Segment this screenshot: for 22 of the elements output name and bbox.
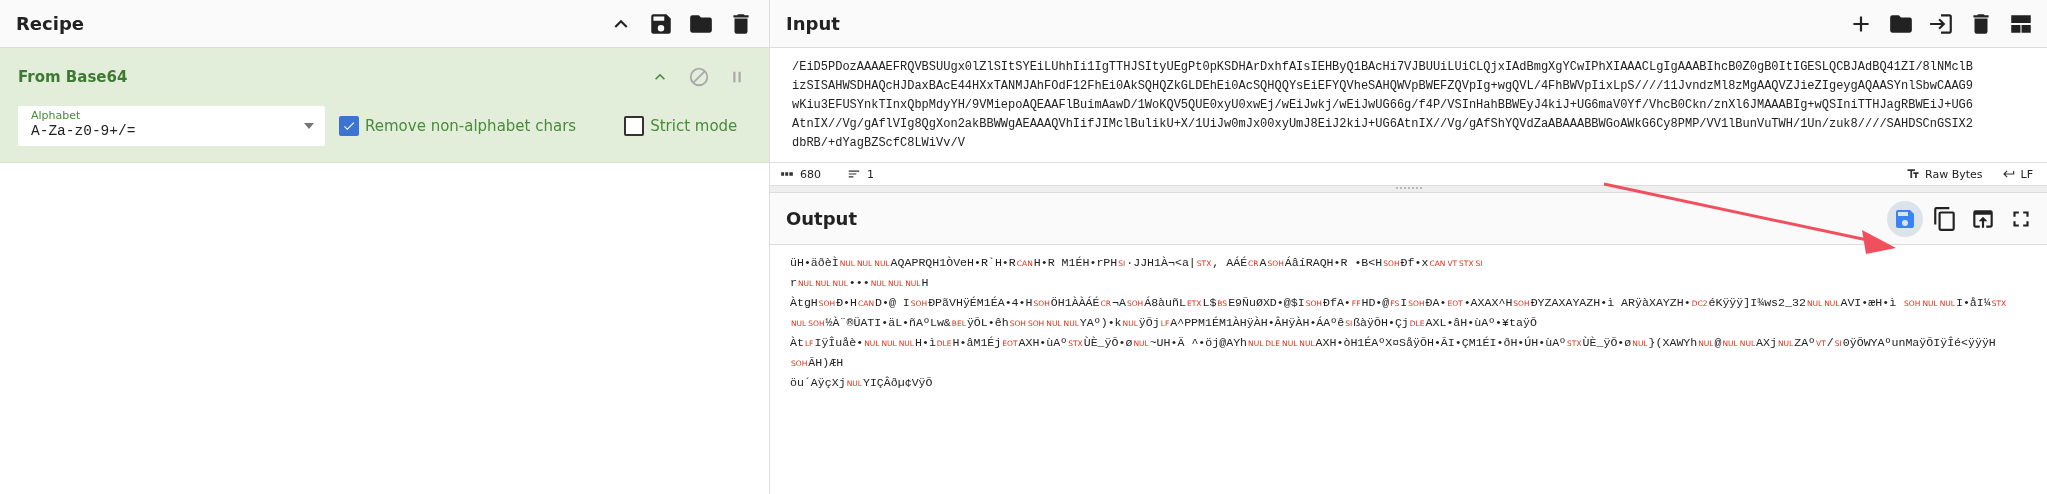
- input-text-line: izSISAHWSDHAQcHJDaxBAcE44HXxTANMJAhFOdF12FhEi0AkSQHQZkGLDEhEi0AcSQHQQYsEiEFYQVheSAHQWVpBWEFZQVpIg+wgQVL/4FhBWVpIixLpS////11JvndzMl8zMgAAQVZJieZIgeygAQAASYnlSbwCAAG9: [792, 78, 1974, 95]
- dropdown-field[interactable]: Alphabet A-Za-z0-9+/=: [18, 106, 325, 146]
- checkbox-label: Remove non-alphabet chars: [365, 117, 577, 135]
- input-text-line: dbRB/+dYagBZScfC8LWiVv/V: [792, 135, 966, 152]
- caret-icon: [303, 122, 315, 130]
- input-text-line: wKiu3EFUSYnkTInxQbpMdyYH/9VMiepoAQEAAFlBuimAawD/1WoKQV5QUE0xyU0xwEj/wEiJwkj/wEiJwUG66g/f4P/VSInHahBBWEyJ4kiJ+UG6maV0Yf/VhcB0Ckn/znXl6JMAAABIg+wQSIniTTHJagRBWEiJ+UG6: [792, 97, 1974, 114]
- text-format-icon: [1906, 167, 1920, 181]
- eol-button[interactable]: LF: [2020, 167, 2033, 181]
- length-count: 680: [800, 167, 821, 181]
- input-text-line: /EiD5PDozAAAAEFRQVBSUUgx0lZlSItSYEiLUhhIi1IgTTHJSItyUEgPt0pKSDHArDxhfAIsIEHByQ1BAcHi7VJBUUiLUiCLQjxIAdBmgXgYCwIPhXIAAACLgIgAAABIhcB0Z0gB0ItIGESLQCBJAdBQ41ZI/8lNMclB: [792, 59, 1974, 76]
- operation-name: From Base64: [18, 68, 128, 86]
- resize-handle[interactable]: [1395, 187, 1422, 191]
- checkbox-label: Strict mode: [650, 117, 738, 135]
- input-text-line: AtnIX//Vg/gAflVIg8QgXon2akBBWWgAEAAAQVhIifJIMclBulikU+X/1UiJw0mJx00xyUmJ8EiJ2kiJ+UG6AtnIX//Vg/gAfShYQVdZaABAAABBWGoAWkG6Cy8PMP/VV1lBunVuTWH/1Un/zuk8////SAHDSCnGSIX2: [792, 116, 1974, 133]
- checkbox[interactable]: [624, 116, 645, 136]
- encoding-button[interactable]: Raw Bytes: [1925, 167, 1983, 181]
- check-icon: [342, 119, 356, 133]
- pane-title: Output: [786, 208, 858, 229]
- pane-title: Input: [786, 13, 840, 34]
- line-count: 1: [867, 167, 874, 181]
- panel-title: Recipe: [16, 13, 84, 34]
- checkbox[interactable]: [339, 116, 359, 136]
